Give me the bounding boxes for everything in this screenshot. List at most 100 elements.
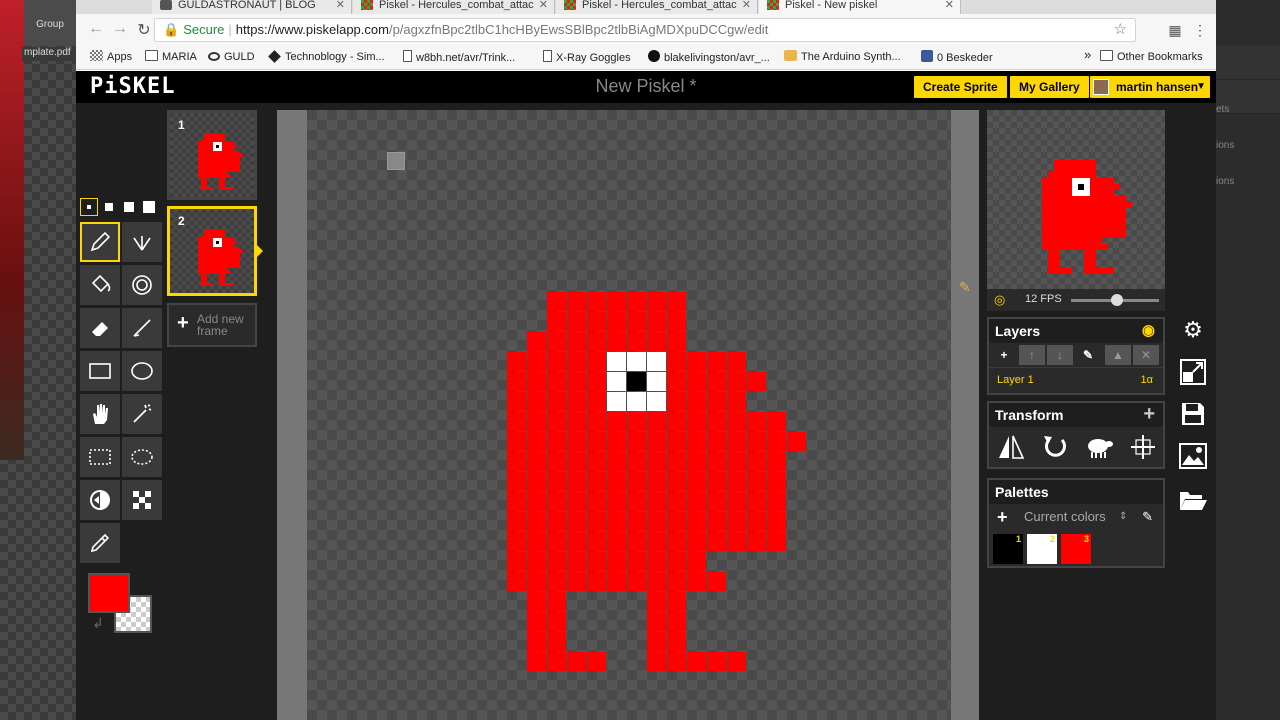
- other-bookmarks[interactable]: Other Bookmarks: [1100, 50, 1203, 64]
- circle-tool-button[interactable]: [122, 351, 162, 391]
- clone-button[interactable]: [1079, 429, 1119, 465]
- thumbnail-pixel: [201, 256, 204, 259]
- rectangle-tool-button[interactable]: [80, 351, 120, 391]
- dithering-tool-button[interactable]: [122, 480, 162, 520]
- folder-icon: [145, 50, 158, 61]
- mirror-pen-tool-button[interactable]: [122, 222, 162, 262]
- palette-swatch-2[interactable]: 2: [1027, 534, 1057, 564]
- center-button[interactable]: [1123, 429, 1163, 465]
- primary-color-swatch[interactable]: [88, 573, 130, 613]
- back-icon[interactable]: ←: [86, 20, 106, 38]
- more-bookmarks-button[interactable]: »: [1084, 48, 1091, 62]
- bookmark-w8bh[interactable]: w8bh.net/avr/Trink...: [403, 50, 515, 65]
- onion-skin-icon[interactable]: ◎: [994, 292, 1005, 308]
- flip-button[interactable]: [991, 429, 1031, 465]
- save-button[interactable]: [1174, 395, 1212, 433]
- bookmark-star-icon[interactable]: ☆: [1114, 19, 1127, 41]
- menu-icon[interactable]: ⋮: [1192, 22, 1208, 38]
- shape-selection-tool-button[interactable]: [122, 394, 162, 434]
- tab-piskel-hercules-2[interactable]: Piskel - Hercules_combat_attac ✕: [556, 0, 758, 14]
- extension-icon[interactable]: ▦: [1167, 22, 1183, 38]
- tab-piskel-new[interactable]: Piskel - New piskel ✕: [759, 0, 961, 14]
- edit-layer-button[interactable]: ✎: [1075, 345, 1101, 365]
- settings-button[interactable]: ⚙: [1174, 311, 1212, 349]
- plus-icon[interactable]: +: [1143, 402, 1155, 426]
- address-bar[interactable]: 🔒 Secure | https://www.piskelapp.com/p/agxz…: [154, 18, 1136, 42]
- sprite-pixel: [627, 372, 646, 391]
- rotate-button[interactable]: [1035, 429, 1075, 465]
- bookmark-blakelivingston[interactable]: blakelivingston/avr_...: [648, 50, 770, 65]
- paint-same-color-tool-button[interactable]: [122, 265, 162, 305]
- resize-button[interactable]: [1174, 353, 1212, 391]
- pen-size-4[interactable]: [140, 198, 158, 216]
- palette-swatch-3[interactable]: 3: [1061, 534, 1091, 564]
- stroke-tool-button[interactable]: [122, 308, 162, 348]
- color-picker-tool-button[interactable]: [80, 523, 120, 563]
- palette-swatch-1[interactable]: 1: [993, 534, 1023, 564]
- delete-layer-button[interactable]: ✕: [1133, 345, 1159, 365]
- add-layer-button[interactable]: +: [991, 345, 1017, 365]
- thumbnail-pixel: [204, 235, 207, 238]
- bookmark-apps[interactable]: Apps: [90, 50, 132, 64]
- fps-slider-handle[interactable]: [1111, 294, 1123, 306]
- import-button[interactable]: [1174, 481, 1212, 519]
- tab-close-icon[interactable]: ✕: [336, 0, 345, 11]
- edit-palette-icon[interactable]: ✎: [1142, 504, 1153, 530]
- create-sprite-button[interactable]: Create Sprite: [914, 76, 1007, 98]
- add-new-frame-button[interactable]: + Add new frame: [167, 303, 257, 347]
- sprite-pixel: [667, 552, 686, 571]
- add-palette-icon[interactable]: +: [997, 504, 1008, 530]
- swap-colors-icon[interactable]: ↲: [92, 615, 104, 632]
- pen-size-2[interactable]: [100, 198, 118, 216]
- thumbnail-pixel: [222, 181, 225, 184]
- bookmark-arduino[interactable]: The Arduino Synth...: [784, 50, 901, 64]
- paint-bucket-tool-button[interactable]: [80, 265, 120, 305]
- tab-guldastronaut[interactable]: GULDASTRONAUT | BLOG ✕: [152, 0, 352, 14]
- pen-tool-button[interactable]: [80, 222, 120, 262]
- sprite-pixel: [747, 432, 766, 451]
- bookmark-technoblogy[interactable]: Technoblogy - Sim...: [268, 50, 385, 64]
- reload-icon[interactable]: ↻: [134, 20, 154, 40]
- frame-tile-1[interactable]: 1: [167, 110, 257, 200]
- rectangle-selection-tool-button[interactable]: [80, 437, 120, 477]
- tab-close-icon[interactable]: ✕: [742, 0, 751, 11]
- thumbnail-pixel: [216, 145, 219, 148]
- merge-layer-button[interactable]: ▲: [1105, 345, 1131, 365]
- tab-piskel-hercules-1[interactable]: Piskel - Hercules_combat_attac ✕: [353, 0, 555, 14]
- thumbnail-pixel: [198, 253, 201, 256]
- export-button[interactable]: [1174, 437, 1212, 475]
- layer-item[interactable]: Layer 1 1α: [989, 367, 1163, 393]
- desktop-file-label[interactable]: mplate.pdf: [22, 47, 76, 61]
- bookmark-maria[interactable]: MARIA: [145, 50, 197, 64]
- lighten-icon: [90, 490, 110, 510]
- eye-icon[interactable]: ◉: [1142, 319, 1155, 343]
- forward-icon[interactable]: →: [110, 20, 130, 38]
- thumbnail-pixel: [225, 145, 228, 148]
- desktop-group-label[interactable]: Group: [24, 0, 76, 46]
- drawing-canvas[interactable]: [307, 110, 951, 720]
- thumbnail-pixel: [228, 166, 231, 169]
- tab-close-icon[interactable]: ✕: [539, 0, 548, 11]
- my-gallery-button[interactable]: My Gallery: [1010, 76, 1089, 98]
- bookmark-beskeder[interactable]: 0 Beskeder: [921, 50, 993, 65]
- palette-selector[interactable]: + Current colors ⇕ ✎: [989, 504, 1163, 530]
- arduino-icon: [784, 50, 797, 61]
- pen-size-1[interactable]: [80, 198, 98, 216]
- move-layer-up-button[interactable]: ↑: [1019, 345, 1045, 365]
- tab-close-icon[interactable]: ✕: [945, 0, 954, 11]
- paint-bucket-icon: [91, 274, 111, 293]
- thumbnail-pixel: [231, 163, 234, 166]
- pen-size-3[interactable]: [120, 198, 138, 216]
- lighten-tool-button[interactable]: [80, 480, 120, 520]
- preview-pixel: [1096, 244, 1102, 250]
- preview-pixel: [1054, 226, 1060, 232]
- bookmark-guld[interactable]: GULD: [208, 50, 255, 64]
- user-menu-button[interactable]: martin hansen ▼: [1090, 76, 1210, 98]
- frame-tile-2[interactable]: 2: [167, 206, 263, 296]
- move-tool-button[interactable]: [80, 394, 120, 434]
- eraser-tool-button[interactable]: [80, 308, 120, 348]
- bookmark-xray[interactable]: X-Ray Goggles: [543, 50, 631, 65]
- lasso-selection-tool-button[interactable]: [122, 437, 162, 477]
- move-layer-down-button[interactable]: ↓: [1047, 345, 1073, 365]
- bookmark-label: 0 Beskeder: [937, 52, 993, 64]
